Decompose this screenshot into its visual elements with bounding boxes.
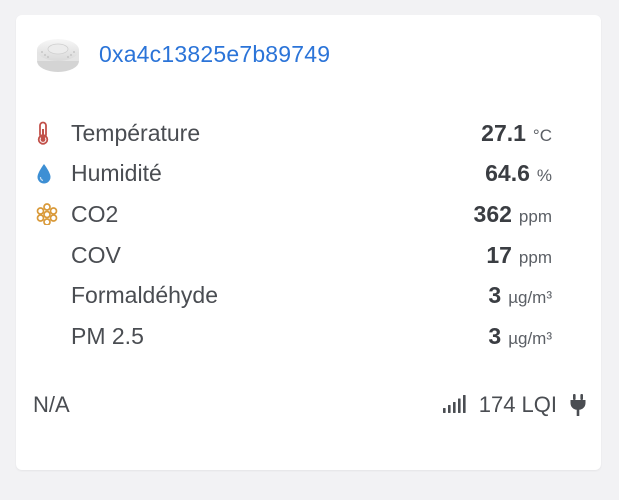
device-id-link[interactable]: 0xa4c13825e7b89749 bbox=[99, 41, 330, 68]
signal-bars-icon bbox=[442, 393, 471, 418]
molecule-icon bbox=[36, 202, 58, 226]
droplet-icon bbox=[36, 162, 58, 186]
metric-label: CO2 bbox=[71, 200, 119, 227]
device-header: 0xa4c13825e7b89749 bbox=[34, 30, 330, 78]
metric-label: COV bbox=[71, 241, 121, 268]
metric-label: PM 2.5 bbox=[71, 322, 144, 349]
sensor-device-image bbox=[34, 30, 82, 78]
metric-unit: µg/m³ bbox=[508, 288, 552, 308]
metric-row-temperature: Température 27.1 °C bbox=[36, 113, 552, 154]
metric-label: Formaldéhyde bbox=[71, 282, 219, 309]
metric-icon-placeholder bbox=[36, 324, 58, 348]
metric-value: 362 bbox=[473, 200, 512, 227]
metric-row-humidity: Humidité 64.6 % bbox=[36, 154, 552, 195]
footer-right: 174 LQI bbox=[442, 392, 587, 418]
status-text: N/A bbox=[33, 392, 70, 417]
metric-icon-placeholder bbox=[36, 284, 58, 308]
metric-unit: % bbox=[536, 166, 552, 186]
metric-unit: °C bbox=[532, 125, 552, 145]
metric-value: 64.6 bbox=[485, 160, 530, 187]
metric-unit: µg/m³ bbox=[508, 328, 552, 348]
metric-row-formaldehyde: Formaldéhyde 3 µg/m³ bbox=[36, 275, 552, 316]
metric-row-voc: COV 17 ppm bbox=[36, 235, 552, 276]
metric-icon-placeholder bbox=[36, 243, 58, 267]
metric-label: Température bbox=[71, 119, 201, 146]
metric-unit: ppm bbox=[518, 206, 552, 226]
metric-label: Humidité bbox=[71, 160, 162, 187]
metric-value: 17 bbox=[486, 241, 512, 268]
metric-row-pm25: PM 2.5 3 µg/m³ bbox=[36, 316, 552, 357]
metric-unit: ppm bbox=[518, 247, 552, 267]
metric-value: 3 bbox=[488, 322, 502, 349]
plug-icon bbox=[569, 393, 587, 417]
card-footer: N/A 174 LQI bbox=[33, 392, 587, 418]
lqi-value: 174 LQI bbox=[478, 392, 557, 417]
metrics-list: Température 27.1 °C Humidité 64.6 % CO2 … bbox=[36, 113, 552, 357]
thermometer-icon bbox=[36, 121, 58, 145]
metric-value: 27.1 bbox=[481, 119, 526, 146]
metric-row-co2: CO2 362 ppm bbox=[36, 194, 552, 235]
metric-value: 3 bbox=[488, 282, 502, 309]
